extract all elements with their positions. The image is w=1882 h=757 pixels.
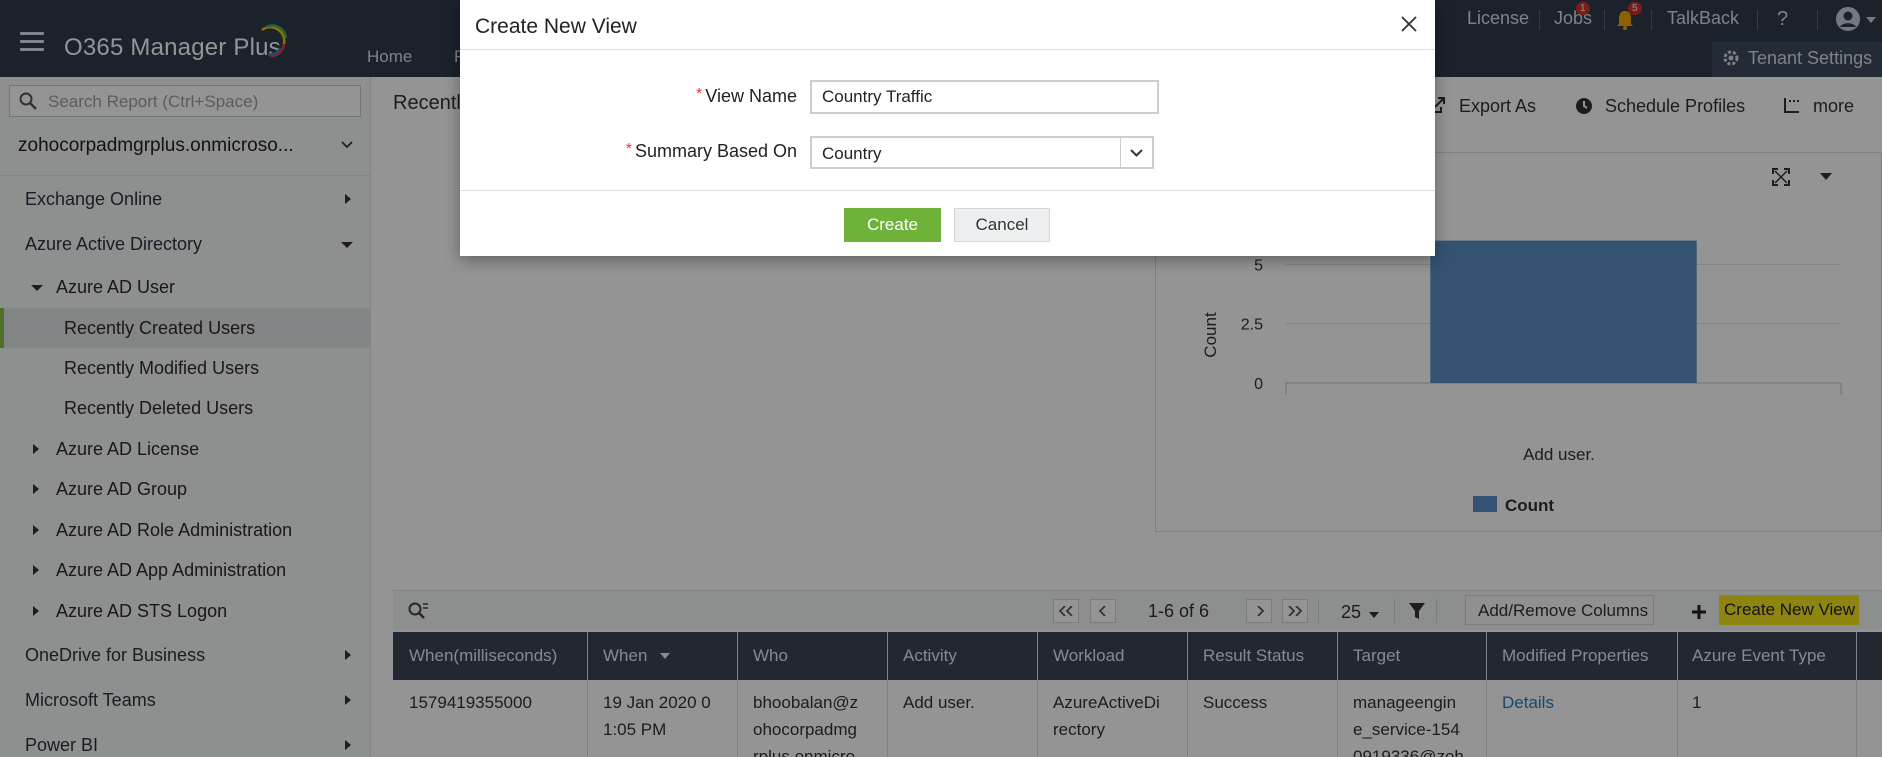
select-arrow[interactable] xyxy=(1120,138,1152,167)
chevron-down-icon xyxy=(1130,149,1143,157)
view-name-input[interactable] xyxy=(810,80,1159,114)
summary-based-on-label: * Summary Based On xyxy=(626,141,797,162)
create-new-view-dialog: Create New View *View Name *Summary Base… xyxy=(460,0,1435,256)
dialog-title: Create New View xyxy=(475,15,637,38)
close-icon[interactable] xyxy=(1400,15,1418,33)
required-star-icon: * xyxy=(625,141,632,158)
view-name-label: * View Name xyxy=(696,86,797,107)
cancel-button[interactable]: Cancel xyxy=(954,208,1050,242)
summary-based-on-value: Country xyxy=(822,144,882,163)
divider xyxy=(460,49,1435,50)
divider xyxy=(460,190,1435,191)
summary-based-on-label-text: Summary Based On xyxy=(634,141,797,161)
summary-based-on-select[interactable]: Country xyxy=(810,136,1154,169)
required-star-icon: * xyxy=(696,86,703,103)
view-name-label-text: View Name xyxy=(705,86,797,106)
create-button[interactable]: Create xyxy=(844,208,941,242)
